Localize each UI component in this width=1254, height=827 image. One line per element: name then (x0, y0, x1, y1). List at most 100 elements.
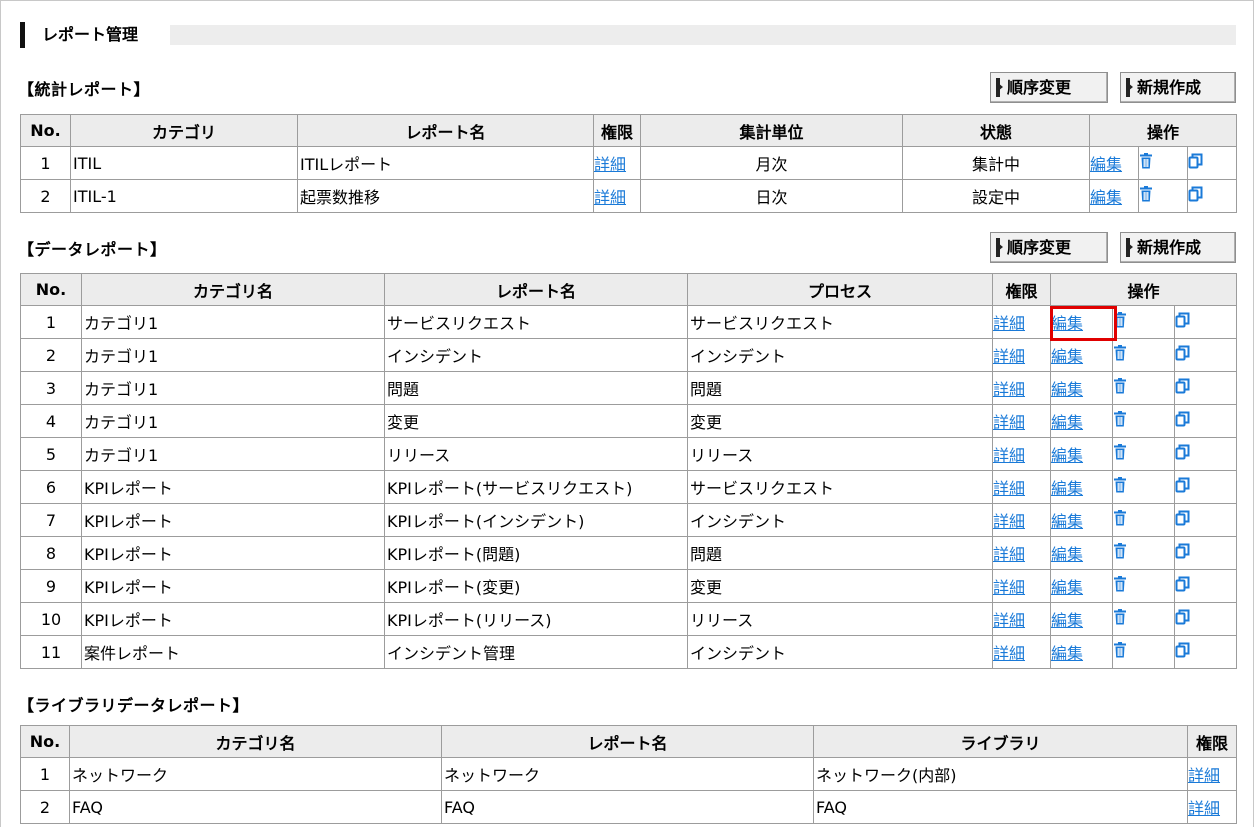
data-reorder-button[interactable]: 順序変更 (990, 232, 1108, 263)
permission-detail-link[interactable]: 詳細 (1189, 766, 1221, 785)
edit-link[interactable]: 編集 (1091, 155, 1123, 174)
data-create-button[interactable]: 新規作成 (1120, 232, 1236, 263)
permission-detail-link[interactable]: 詳細 (595, 188, 627, 207)
permission-detail-link[interactable]: 詳細 (994, 512, 1026, 531)
copy-icon[interactable] (1175, 543, 1190, 563)
permission-detail-link[interactable]: 詳細 (994, 413, 1026, 432)
copy-icon[interactable] (1175, 444, 1190, 464)
row-number: 11 (20, 635, 82, 669)
edit-link-cell: 編集 (1050, 470, 1113, 504)
copy-icon[interactable] (1175, 642, 1190, 662)
trash-icon-cell (1112, 470, 1175, 504)
category-cell: KPIレポート (81, 536, 385, 570)
copy-icon[interactable] (1175, 411, 1190, 431)
col-header: レポート名 (297, 114, 594, 147)
trash-icon[interactable] (1114, 312, 1128, 332)
trash-icon-cell (1112, 635, 1175, 669)
trash-icon-cell (1112, 404, 1175, 438)
trash-icon-cell (1112, 503, 1175, 537)
table-row: 4 カテゴリ1 変更 変更 詳細 編集 (20, 404, 1238, 438)
edit-link[interactable]: 編集 (1052, 413, 1084, 432)
row-number: 9 (20, 569, 82, 603)
row-number: 2 (20, 179, 71, 213)
copy-icon[interactable] (1175, 378, 1190, 398)
edit-link-cell: 編集 (1050, 338, 1113, 372)
permission-detail-link[interactable]: 詳細 (994, 611, 1026, 630)
trash-icon[interactable] (1114, 576, 1128, 596)
edit-link-cell: 編集 (1050, 536, 1113, 570)
category-cell: KPIレポート (81, 503, 385, 537)
edit-link-cell: 編集 (1050, 371, 1113, 405)
trash-icon-cell (1112, 536, 1175, 570)
edit-link[interactable]: 編集 (1052, 380, 1084, 399)
copy-icon-cell (1173, 371, 1238, 405)
trash-icon[interactable] (1114, 477, 1128, 497)
copy-icon[interactable] (1175, 576, 1190, 596)
copy-icon[interactable] (1188, 186, 1203, 206)
copy-icon[interactable] (1175, 510, 1190, 530)
edit-link[interactable]: 編集 (1091, 188, 1123, 207)
copy-icon[interactable] (1175, 609, 1190, 629)
copy-icon[interactable] (1188, 153, 1203, 173)
edit-link[interactable]: 編集 (1052, 446, 1084, 465)
permission-detail-link[interactable]: 詳細 (994, 578, 1026, 597)
permission-detail-link[interactable]: 詳細 (994, 380, 1026, 399)
trash-icon[interactable] (1140, 186, 1154, 206)
process-cell: 問題 (687, 536, 993, 570)
trash-icon[interactable] (1114, 543, 1128, 563)
permission-detail-link-cell: 詳細 (992, 305, 1051, 339)
permission-detail-link-cell: 詳細 (1187, 790, 1237, 824)
col-header: 権限 (992, 273, 1051, 306)
row-number: 1 (20, 305, 82, 339)
trash-icon[interactable] (1114, 345, 1128, 365)
trash-icon[interactable] (1114, 411, 1128, 431)
trash-icon[interactable] (1140, 153, 1154, 173)
category-cell: 案件レポート (81, 635, 385, 669)
trash-icon-cell (1138, 146, 1188, 180)
trash-icon[interactable] (1114, 609, 1128, 629)
permission-detail-link[interactable]: 詳細 (994, 479, 1026, 498)
col-header: 集計単位 (640, 114, 903, 147)
library-section-title: 【ライブラリデータレポート】 (18, 696, 250, 715)
edit-link[interactable]: 編集 (1052, 314, 1084, 333)
edit-link[interactable]: 編集 (1052, 347, 1084, 366)
copy-icon[interactable] (1175, 477, 1190, 497)
edit-link[interactable]: 編集 (1052, 578, 1084, 597)
trash-icon[interactable] (1114, 642, 1128, 662)
permission-detail-link[interactable]: 詳細 (595, 155, 627, 174)
trash-icon[interactable] (1114, 510, 1128, 530)
table-row: 1 ITIL ITILレポート 詳細 月次 集計中 編集 (20, 146, 1238, 180)
page-header: レポート管理 (20, 22, 1236, 48)
copy-icon-cell (1173, 503, 1238, 537)
permission-detail-link[interactable]: 詳細 (994, 347, 1026, 366)
permission-detail-link[interactable]: 詳細 (994, 644, 1026, 663)
permission-detail-link[interactable]: 詳細 (994, 314, 1026, 333)
copy-icon-cell (1186, 146, 1238, 180)
col-header: カテゴリ名 (69, 725, 442, 758)
row-number: 6 (20, 470, 82, 504)
table-row: 3 カテゴリ1 問題 問題 詳細 編集 (20, 371, 1238, 405)
copy-icon[interactable] (1175, 312, 1190, 332)
table-row: 1 カテゴリ1 サービスリクエスト サービスリクエスト 詳細 編集 (20, 305, 1238, 339)
edit-link[interactable]: 編集 (1052, 512, 1084, 531)
table-row: 7 KPIレポート KPIレポート(インシデント) インシデント 詳細 編集 (20, 503, 1238, 537)
stat-reorder-button[interactable]: 順序変更 (990, 72, 1108, 103)
permission-detail-link[interactable]: 詳細 (994, 446, 1026, 465)
edit-link[interactable]: 編集 (1052, 545, 1084, 564)
copy-icon-cell (1173, 602, 1238, 636)
trash-icon[interactable] (1114, 378, 1128, 398)
permission-detail-link-cell: 詳細 (992, 338, 1051, 372)
trash-icon[interactable] (1114, 444, 1128, 464)
edit-link[interactable]: 編集 (1052, 479, 1084, 498)
col-header: レポート名 (441, 725, 814, 758)
stat-create-button[interactable]: 新規作成 (1120, 72, 1236, 103)
permission-detail-link[interactable]: 詳細 (1189, 799, 1221, 818)
trash-icon-cell (1112, 305, 1175, 339)
copy-icon-cell (1173, 437, 1238, 471)
permission-detail-link[interactable]: 詳細 (994, 545, 1026, 564)
col-header: No. (20, 725, 70, 758)
edit-link[interactable]: 編集 (1052, 644, 1084, 663)
edit-link[interactable]: 編集 (1052, 611, 1084, 630)
permission-detail-link-cell: 詳細 (593, 146, 641, 180)
copy-icon[interactable] (1175, 345, 1190, 365)
